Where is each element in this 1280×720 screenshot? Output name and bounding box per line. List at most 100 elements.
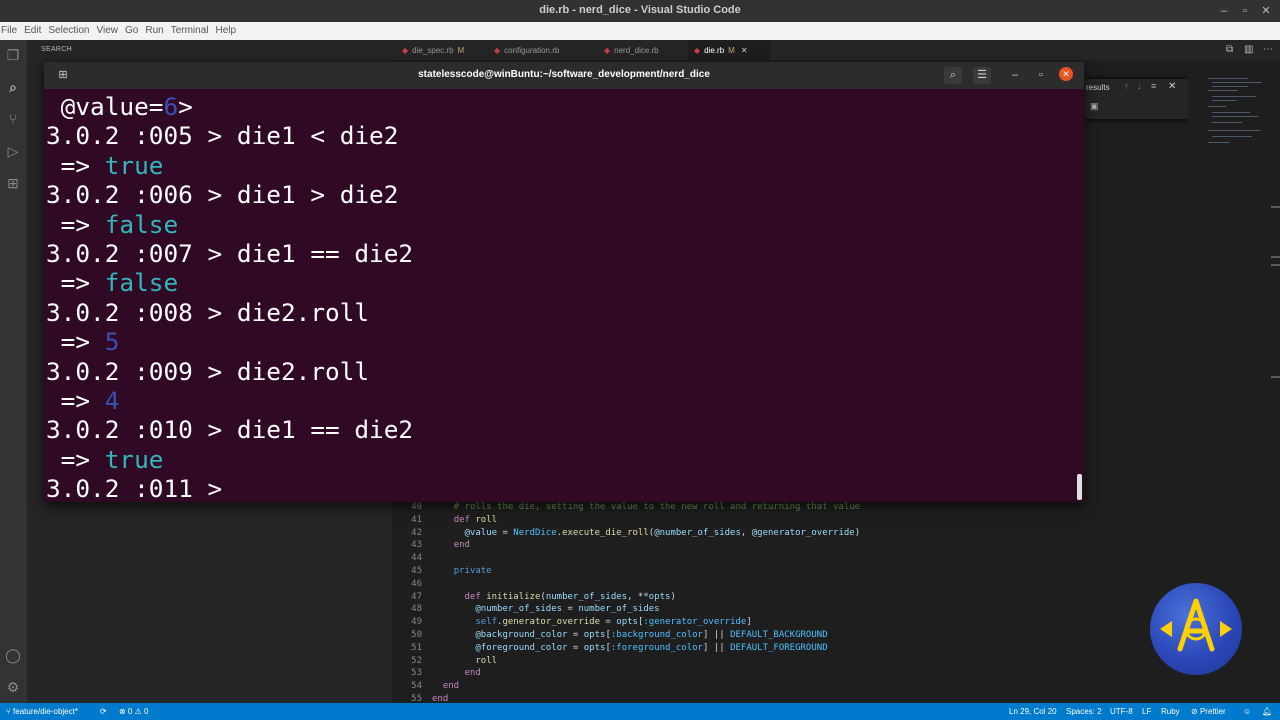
code-line: 51 @foreground_color = opts[:foreground_… [392,642,827,655]
formatter-status[interactable]: ⊘ Prettier [1191,707,1226,716]
search-icon[interactable]: ⌕ [4,78,22,96]
find-in-selection-icon[interactable]: ≡ [1151,81,1156,91]
ruby-file-icon: ◆ [694,46,701,55]
find-results-label: results [1086,83,1110,92]
menu-go[interactable]: Go [124,22,144,36]
result-value: false [104,268,179,298]
minimap-line [1208,106,1226,107]
line-number: 53 [411,668,422,679]
editor-scrollbar[interactable] [1271,200,1280,700]
result-line: => true [46,151,164,180]
result-value: false [104,209,179,239]
code-line: 42 @value = NerdDice.execute_die_roll(@n… [392,527,860,540]
tab-die-spec[interactable]: ◆ die_spec.rb M [400,40,486,60]
problems-status[interactable]: ⊗ 0 ⚠ 0 [119,707,148,716]
menu-help[interactable]: Help [215,22,243,36]
prompt-line: 3.0.2 :007 > die1 == die2 [46,239,414,268]
replace-icon[interactable]: ▣ [1090,101,1099,112]
close-find-icon[interactable]: ✕ [1168,81,1176,92]
code-line: 45 private [392,565,491,578]
minimap-line [1212,116,1258,117]
tab-nerd-dice[interactable]: ◆ nerd_dice.rb [602,40,684,60]
encoding-status[interactable]: UTF-8 [1110,707,1133,716]
minimap-line [1212,112,1250,113]
run-debug-icon[interactable]: ▷ [4,142,22,160]
source-control-icon[interactable]: ⑂ [4,110,22,128]
hamburger-menu-icon[interactable]: ☰ [973,67,991,84]
next-match-icon[interactable]: ↓ [1137,81,1142,91]
prompt-line: 3.0.2 :005 > die1 < die2 [46,121,399,151]
terminal-scrollbar[interactable] [1077,474,1082,500]
attr-value: 6 [163,92,179,121]
branch-icon: ⑂ [6,707,14,716]
code-editor[interactable]: 40 # rolls the die, setting the value to… [392,500,1188,704]
more-actions-icon[interactable]: ⋯ [1263,44,1273,55]
close-window-button[interactable]: ✕ [1258,3,1274,19]
minimap-line [1212,86,1248,87]
notifications-bell-icon[interactable]: 🔔︎ [1262,707,1272,716]
tab-configuration[interactable]: ◆ configuration.rb [492,40,586,60]
result-line: => 5 [46,327,120,357]
code-line: 48 @number_of_sides = number_of_sides [392,603,659,616]
code-line: 46 [392,578,432,591]
terminal-maximize-icon[interactable]: ▫ [1032,67,1050,84]
status-bar: ⑂ feature/die-object* ⟳ ⊗ 0 ⚠ 0 Ln 29, C… [0,703,1280,720]
terminal-output[interactable]: @value=6> 3.0.2 :005 > die1 < die2 => tru… [46,92,1076,502]
result-arrow: => [46,444,105,474]
language-mode[interactable]: Ruby [1161,707,1180,716]
eol-status[interactable]: LF [1142,707,1151,716]
indentation-status[interactable]: Spaces: 2 [1066,707,1102,716]
menu-run[interactable]: Run [144,22,169,36]
result-arrow: => [46,268,105,298]
account-icon[interactable]: ◯ [4,646,22,664]
code-line: 50 @background_color = opts[:background_… [392,629,827,642]
previous-match-icon[interactable]: ↑ [1124,81,1129,91]
result-arrow: => [46,386,105,415]
sidebar-title: SEARCH [41,46,72,53]
activity-bar: ❐ ⌕ ⑂ ▷ ⊞ ◯ ⚙ [0,40,27,703]
modified-badge: M [728,46,735,55]
branch-status[interactable]: ⑂ feature/die-object* [6,707,78,716]
line-number: 44 [411,553,422,564]
minimap-line [1212,122,1242,123]
code-line: 49 self.generator_override = opts[:gener… [392,616,752,629]
menu-view[interactable]: View [96,22,125,36]
terminal-minimize-icon[interactable]: – [1006,67,1024,84]
code-text: @value = NerdDice.execute_die_roll(@numb… [464,527,861,538]
terminal-search-icon[interactable]: ⌕ [944,67,962,84]
code-text: end [453,540,470,551]
tab-label: die_spec.rb [412,46,454,55]
terminal-window[interactable]: ⊞ statelesscode@winBuntu:~/software_deve… [44,62,1084,502]
code-text: # rolls the die, setting the value to th… [453,502,861,512]
extensions-icon[interactable]: ⊞ [4,174,22,192]
settings-gear-icon[interactable]: ⚙ [4,678,22,696]
compare-icon[interactable]: ▥ [1244,44,1253,55]
code-text: def initialize(number_of_sides, **opts) [464,591,676,602]
find-widget: results ↑ ↓ ≡ ✕ ▣ [1084,79,1188,119]
prompt-line: 3.0.2 :006 > die1 > die2 [46,180,399,210]
line-number: 52 [411,655,422,666]
menu-file[interactable]: File [0,22,23,36]
cursor-position[interactable]: Ln 29, Col 20 [1009,707,1057,716]
menu-terminal[interactable]: Terminal [170,22,215,36]
result-line: => false [46,268,179,298]
tab-die[interactable]: ◆ die.rb M ✕ [688,40,770,60]
menu-selection[interactable]: Selection [47,22,95,36]
prompt-line: 3.0.2 :011 > [46,474,237,502]
split-editor-icon[interactable]: ⧉ [1226,44,1233,55]
minimize-button[interactable]: – [1216,3,1232,19]
code-line: 47 def initialize(number_of_sides, **opt… [392,591,676,604]
terminal-close-icon[interactable]: ✕ [1059,67,1073,81]
sync-icon[interactable]: ⟳ [100,707,107,716]
line-number: 45 [411,566,422,576]
result-line: => false [46,209,179,239]
maximize-button[interactable]: ▫ [1237,3,1253,19]
line-number: 40 [411,502,422,512]
feedback-icon[interactable]: ☺ [1243,707,1251,716]
code-line: 54 end [392,680,459,693]
explorer-icon[interactable]: ❐ [4,46,22,64]
menu-edit[interactable]: Edit [23,22,47,36]
tab-label: configuration.rb [504,46,560,55]
close-tab-icon[interactable]: ✕ [741,46,748,55]
result-value: 5 [104,327,120,357]
